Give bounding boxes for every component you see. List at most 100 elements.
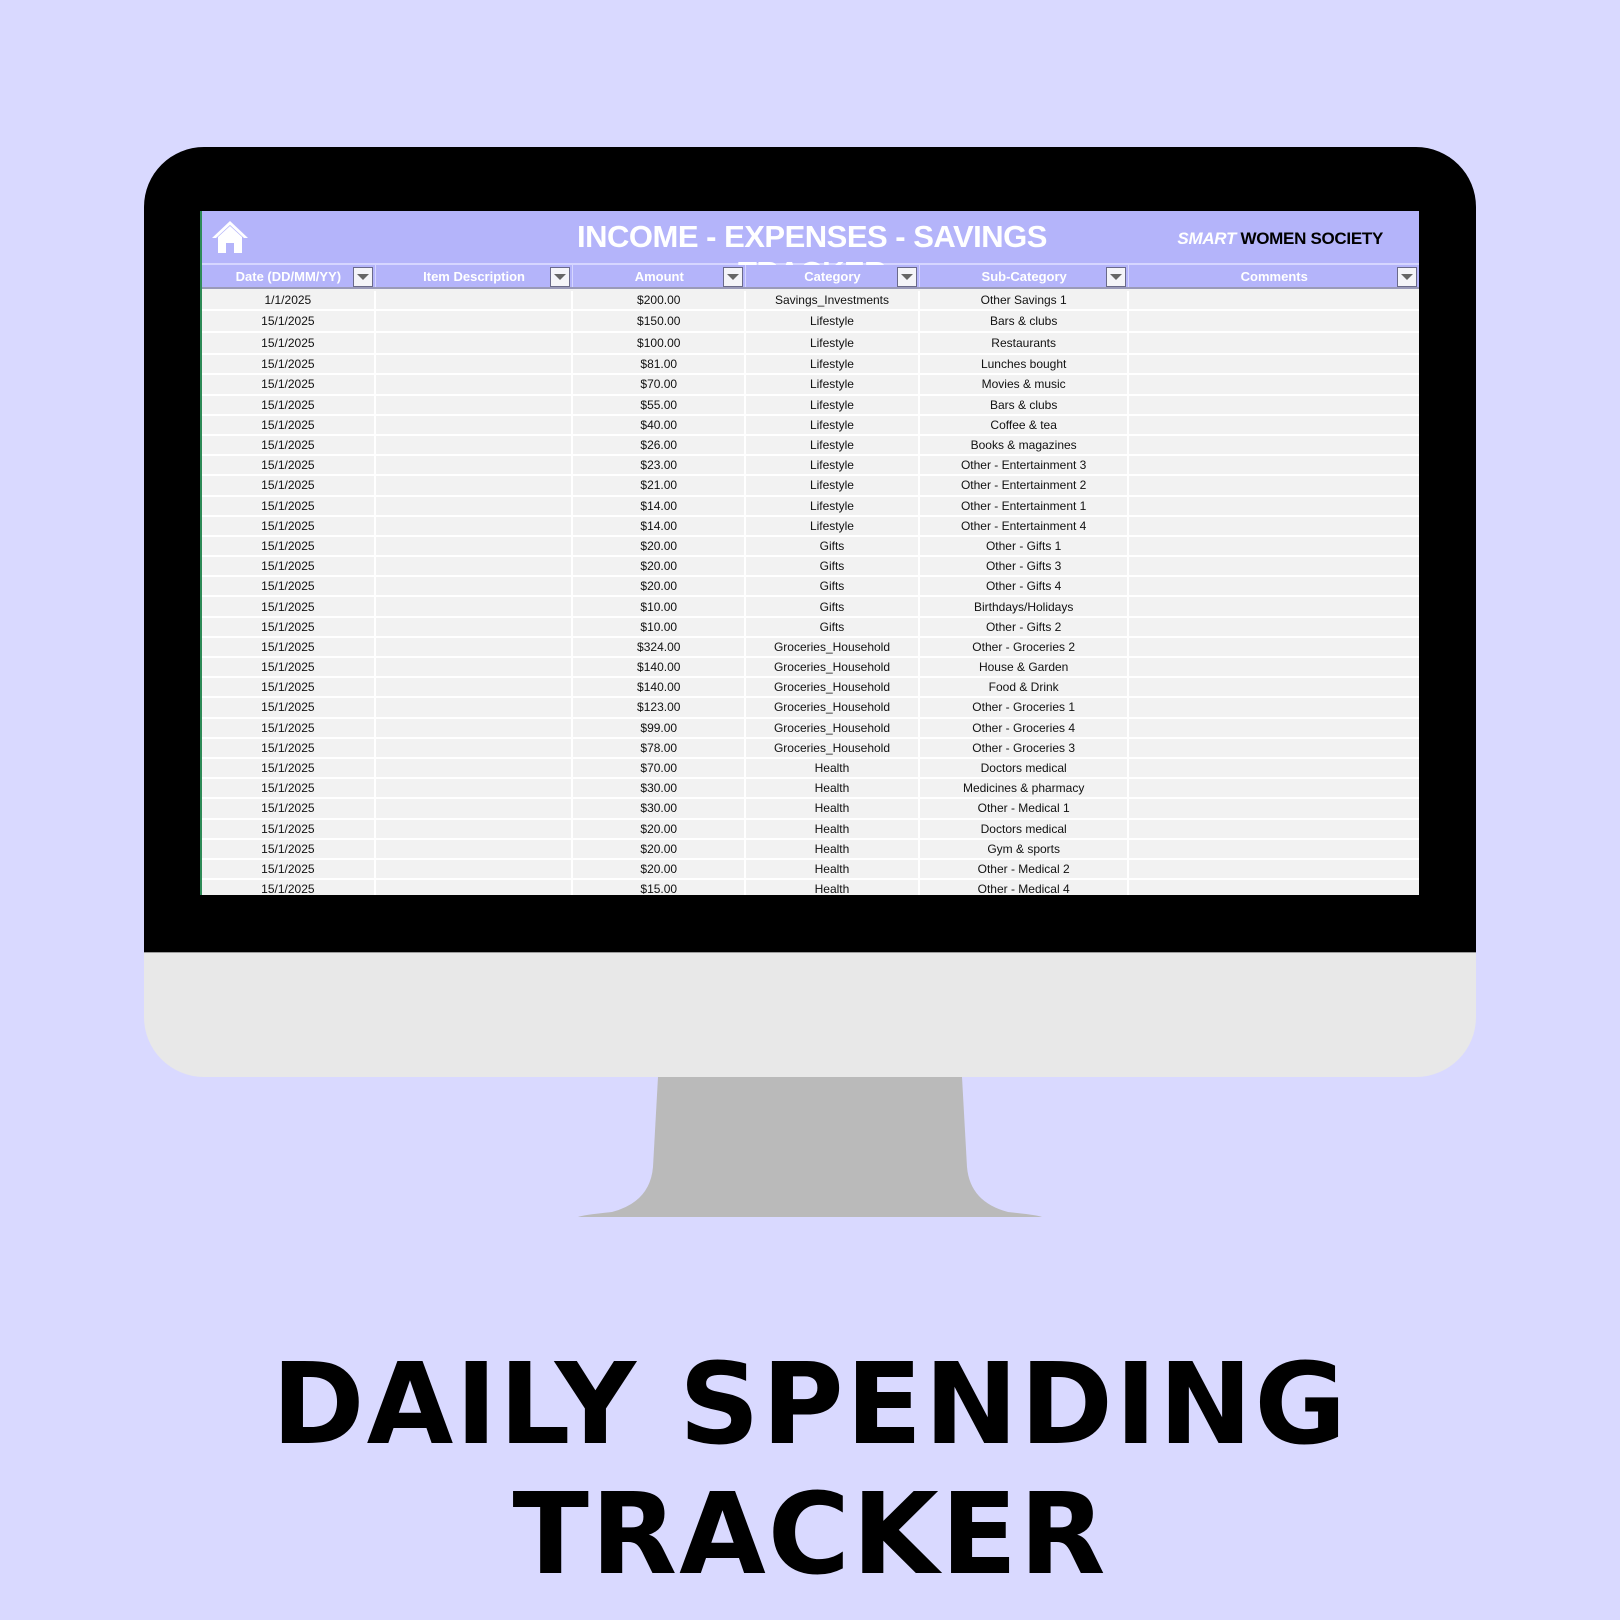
cell-amount[interactable]: $15.00 <box>573 880 747 895</box>
cell-item-description[interactable] <box>376 597 574 616</box>
cell-category[interactable]: Savings_Investments <box>746 291 920 310</box>
cell-item-description[interactable] <box>376 678 574 697</box>
cell-item-description[interactable] <box>376 839 574 858</box>
cell-amount[interactable]: $324.00 <box>573 637 747 656</box>
cell-sub-category[interactable]: Restaurants <box>920 333 1130 354</box>
cell-category[interactable]: Groceries_Household <box>746 718 920 737</box>
cell-date[interactable]: 1/1/2025 <box>202 291 376 310</box>
cell-sub-category[interactable]: Books & magazines <box>920 435 1130 455</box>
cell-sub-category[interactable]: Other - Medical 1 <box>920 799 1130 818</box>
cell-category[interactable]: Lifestyle <box>746 516 920 535</box>
cell-comments[interactable] <box>1129 759 1419 777</box>
cell-amount[interactable]: $21.00 <box>573 476 747 495</box>
cell-comments[interactable] <box>1129 698 1419 716</box>
cell-amount[interactable]: $70.00 <box>573 758 747 778</box>
cell-amount[interactable]: $20.00 <box>573 536 747 556</box>
cell-date[interactable]: 15/1/2025 <box>202 617 376 636</box>
cell-comments[interactable] <box>1129 597 1419 615</box>
cell-date[interactable]: 15/1/2025 <box>202 859 376 879</box>
cell-comments[interactable] <box>1129 678 1419 696</box>
cell-category[interactable]: Lifestyle <box>746 395 920 414</box>
cell-item-description[interactable] <box>376 435 574 455</box>
cell-date[interactable]: 15/1/2025 <box>202 819 376 838</box>
cell-sub-category[interactable]: Doctors medical <box>920 758 1130 778</box>
cell-amount[interactable]: $14.00 <box>573 496 747 515</box>
cell-comments[interactable] <box>1129 375 1419 393</box>
cell-sub-category[interactable]: Other Savings 1 <box>920 291 1130 310</box>
cell-category[interactable]: Lifestyle <box>746 415 920 434</box>
cell-category[interactable]: Lifestyle <box>746 355 920 374</box>
cell-category[interactable]: Gifts <box>746 536 920 556</box>
cell-sub-category[interactable]: Gym & sports <box>920 839 1130 858</box>
filter-dropdown-button[interactable] <box>550 267 571 287</box>
cell-category[interactable]: Lifestyle <box>746 333 920 354</box>
cell-category[interactable]: Groceries_Household <box>746 658 920 677</box>
cell-item-description[interactable] <box>376 859 574 879</box>
cell-comments[interactable] <box>1129 840 1419 858</box>
cell-item-description[interactable] <box>376 658 574 677</box>
cell-sub-category[interactable]: Other - Groceries 2 <box>920 637 1130 656</box>
cell-sub-category[interactable]: Birthdays/Holidays <box>920 597 1130 616</box>
filter-dropdown-button[interactable] <box>1397 267 1417 287</box>
cell-amount[interactable]: $20.00 <box>573 557 747 576</box>
cell-item-description[interactable] <box>376 291 574 310</box>
cell-date[interactable]: 15/1/2025 <box>202 456 376 475</box>
cell-category[interactable]: Health <box>746 880 920 895</box>
cell-date[interactable]: 15/1/2025 <box>202 880 376 895</box>
cell-date[interactable]: 15/1/2025 <box>202 738 376 757</box>
cell-comments[interactable] <box>1129 311 1419 331</box>
cell-sub-category[interactable]: Other - Entertainment 1 <box>920 496 1130 515</box>
cell-category[interactable]: Gifts <box>746 577 920 596</box>
cell-amount[interactable]: $81.00 <box>573 355 747 374</box>
cell-category[interactable]: Lifestyle <box>746 375 920 394</box>
cell-sub-category[interactable]: Medicines & pharmacy <box>920 779 1130 798</box>
cell-date[interactable]: 15/1/2025 <box>202 355 376 374</box>
cell-sub-category[interactable]: Bars & clubs <box>920 395 1130 414</box>
cell-comments[interactable] <box>1129 739 1419 757</box>
cell-category[interactable]: Gifts <box>746 617 920 636</box>
column-header-sub-category[interactable]: Sub-Category <box>920 265 1130 287</box>
cell-amount[interactable]: $10.00 <box>573 617 747 636</box>
cell-date[interactable]: 15/1/2025 <box>202 536 376 556</box>
column-header-item-description[interactable]: Item Description <box>376 265 574 287</box>
cell-comments[interactable] <box>1129 557 1419 575</box>
cell-date[interactable]: 15/1/2025 <box>202 333 376 354</box>
cell-amount[interactable]: $20.00 <box>573 819 747 838</box>
cell-category[interactable]: Groceries_Household <box>746 738 920 757</box>
cell-amount[interactable]: $26.00 <box>573 435 747 455</box>
cell-category[interactable]: Health <box>746 859 920 879</box>
cell-date[interactable]: 15/1/2025 <box>202 415 376 434</box>
cell-item-description[interactable] <box>376 758 574 778</box>
cell-sub-category[interactable]: Coffee & tea <box>920 415 1130 434</box>
cell-sub-category[interactable]: Other - Entertainment 4 <box>920 516 1130 535</box>
cell-item-description[interactable] <box>376 395 574 414</box>
cell-amount[interactable]: $30.00 <box>573 779 747 798</box>
cell-category[interactable]: Lifestyle <box>746 435 920 455</box>
cell-item-description[interactable] <box>376 476 574 495</box>
column-header-comments[interactable]: Comments <box>1129 265 1419 287</box>
cell-item-description[interactable] <box>376 738 574 757</box>
cell-item-description[interactable] <box>376 577 574 596</box>
cell-date[interactable]: 15/1/2025 <box>202 799 376 818</box>
cell-date[interactable]: 15/1/2025 <box>202 658 376 677</box>
column-header-category[interactable]: Category <box>746 265 920 287</box>
cell-item-description[interactable] <box>376 496 574 515</box>
cell-sub-category[interactable]: Other - Entertainment 2 <box>920 476 1130 495</box>
cell-category[interactable]: Groceries_Household <box>746 678 920 697</box>
cell-date[interactable]: 15/1/2025 <box>202 577 376 596</box>
cell-amount[interactable]: $20.00 <box>573 577 747 596</box>
cell-category[interactable]: Health <box>746 758 920 778</box>
cell-comments[interactable] <box>1129 436 1419 454</box>
cell-item-description[interactable] <box>376 516 574 535</box>
cell-amount[interactable]: $23.00 <box>573 456 747 475</box>
cell-sub-category[interactable]: Doctors medical <box>920 819 1130 838</box>
cell-comments[interactable] <box>1129 618 1419 636</box>
cell-item-description[interactable] <box>376 355 574 374</box>
cell-amount[interactable]: $55.00 <box>573 395 747 414</box>
cell-comments[interactable] <box>1129 517 1419 535</box>
cell-sub-category[interactable]: Other - Gifts 3 <box>920 557 1130 576</box>
cell-sub-category[interactable]: Food & Drink <box>920 678 1130 697</box>
cell-date[interactable]: 15/1/2025 <box>202 637 376 656</box>
cell-amount[interactable]: $99.00 <box>573 718 747 737</box>
cell-comments[interactable] <box>1129 497 1419 515</box>
